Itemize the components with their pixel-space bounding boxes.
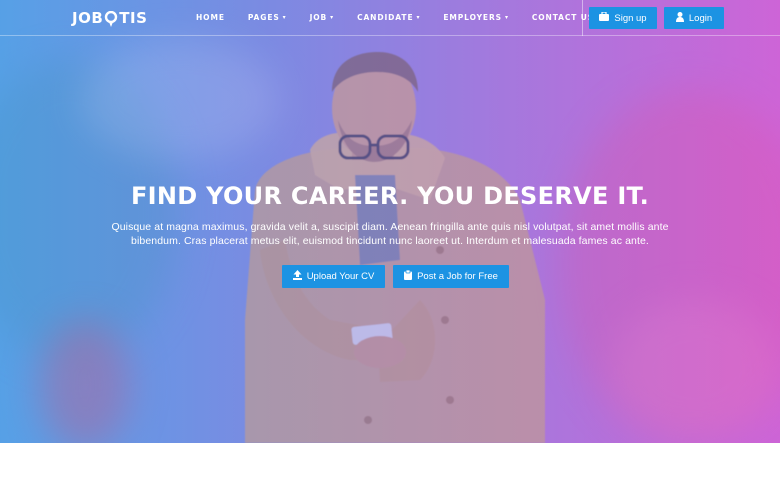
nav-job[interactable]: JOB ▾ (310, 13, 335, 22)
nav-candidate[interactable]: CANDIDATE ▾ (357, 13, 420, 22)
nav-contact-us[interactable]: CONTACT US (532, 13, 594, 22)
chevron-down-icon: ▾ (282, 14, 287, 21)
clipboard-icon (404, 269, 413, 283)
briefcase-icon (599, 11, 610, 24)
top-navbar: JOB TIS HOME PAGES ▾ JOB ▾ CANDIDATE ▾ E… (0, 0, 780, 36)
chevron-down-icon: ▾ (330, 14, 335, 21)
nav-label: JOB (309, 13, 328, 22)
nav-label: CANDIDATE (357, 13, 414, 22)
nav-pages[interactable]: PAGES ▾ (248, 13, 287, 22)
upload-icon (292, 270, 302, 283)
hero-subtext: Quisque at magna maximus, gravida velit … (111, 221, 669, 247)
nav-home[interactable]: HOME (196, 13, 225, 22)
nav-employers[interactable]: EMPLOYERS ▾ (443, 13, 508, 22)
nav-label: EMPLOYERS (443, 13, 502, 22)
upload-cv-button[interactable]: Upload Your CV (282, 265, 385, 288)
post-job-button[interactable]: Post a Job for Free (393, 265, 509, 288)
hero-section: JOB TIS HOME PAGES ▾ JOB ▾ CANDIDATE ▾ E… (0, 0, 780, 443)
upload-cv-label: Upload Your CV (306, 271, 375, 282)
user-icon (675, 11, 684, 25)
logo-text-suffix: TIS (119, 9, 148, 27)
chevron-down-icon: ▾ (416, 14, 421, 21)
nav-divider (582, 0, 583, 36)
nav-label: HOME (196, 13, 225, 22)
logo-text-prefix: JOB (72, 9, 104, 27)
hero-headline: FIND YOUR CAREER. YOU DESERVE IT. (130, 182, 650, 210)
map-pin-icon (104, 10, 118, 27)
login-button[interactable]: Login (664, 7, 724, 29)
post-job-label: Post a Job for Free (417, 271, 498, 282)
login-label: Login (688, 12, 713, 24)
nav-label: PAGES (247, 13, 280, 22)
nav-label: CONTACT US (531, 13, 595, 22)
main-menu: HOME PAGES ▾ JOB ▾ CANDIDATE ▾ EMPLOYERS… (196, 13, 617, 22)
signup-button[interactable]: Sign up (589, 7, 657, 29)
signup-label: Sign up (614, 12, 647, 24)
site-logo[interactable]: JOB TIS (72, 9, 147, 27)
chevron-down-icon: ▾ (504, 14, 509, 21)
